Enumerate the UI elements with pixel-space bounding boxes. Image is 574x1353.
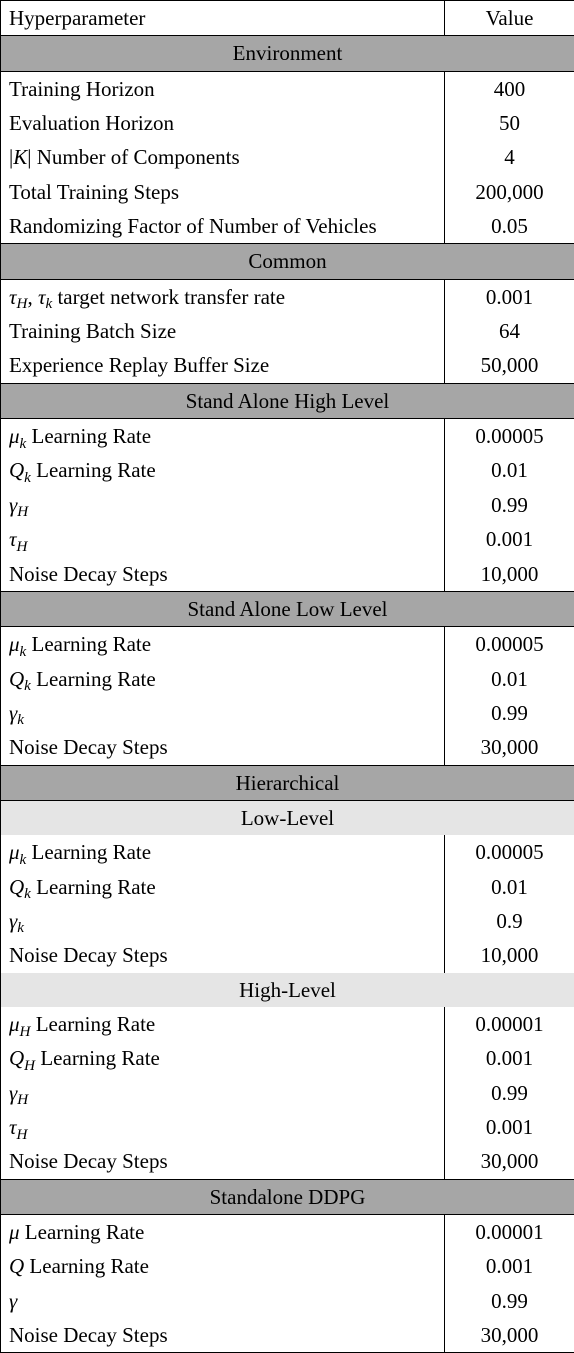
col-header-value: Value xyxy=(445,1,574,36)
param-cell: Qk Learning Rate xyxy=(1,870,445,904)
value-cell: 0.05 xyxy=(445,209,574,244)
value-cell: 0.001 xyxy=(445,522,574,556)
param-cell: Training Horizon xyxy=(1,71,445,106)
param-cell: μk Learning Rate xyxy=(1,627,445,662)
param-cell: |K| Number of Components xyxy=(1,140,445,174)
value-cell: 0.99 xyxy=(445,696,574,730)
param-cell: μH Learning Rate xyxy=(1,1007,445,1041)
value-cell: 50 xyxy=(445,106,574,140)
value-cell: 0.00001 xyxy=(445,1215,574,1250)
hyperparameter-table: HyperparameterValueEnvironmentTraining H… xyxy=(0,0,574,1353)
section-header: Hierarchical xyxy=(1,765,574,800)
param-cell: Training Batch Size xyxy=(1,314,445,348)
param-cell: Qk Learning Rate xyxy=(1,453,445,487)
param-cell: μ Learning Rate xyxy=(1,1215,445,1250)
value-cell: 0.00005 xyxy=(445,419,574,454)
value-cell: 0.001 xyxy=(445,1249,574,1283)
param-cell: Evaluation Horizon xyxy=(1,106,445,140)
value-cell: 400 xyxy=(445,71,574,106)
param-cell: γk xyxy=(1,904,445,938)
value-cell: 64 xyxy=(445,314,574,348)
param-cell: Noise Decay Steps xyxy=(1,730,445,765)
section-header: Stand Alone High Level xyxy=(1,383,574,418)
param-cell: Total Training Steps xyxy=(1,175,445,209)
value-cell: 4 xyxy=(445,140,574,174)
section-header: Standalone DDPG xyxy=(1,1179,574,1214)
param-cell: γH xyxy=(1,1076,445,1110)
value-cell: 0.00005 xyxy=(445,835,574,869)
param-cell: Q Learning Rate xyxy=(1,1249,445,1283)
param-cell: τH xyxy=(1,1110,445,1144)
value-cell: 0.001 xyxy=(445,1110,574,1144)
value-cell: 0.01 xyxy=(445,453,574,487)
param-cell: Randomizing Factor of Number of Vehicles xyxy=(1,209,445,244)
value-cell: 0.9 xyxy=(445,904,574,938)
value-cell: 0.00001 xyxy=(445,1007,574,1041)
col-header-param: Hyperparameter xyxy=(1,1,445,36)
section-header: Environment xyxy=(1,36,574,71)
value-cell: 0.001 xyxy=(445,1041,574,1075)
param-cell: QH Learning Rate xyxy=(1,1041,445,1075)
param-cell: Noise Decay Steps xyxy=(1,557,445,592)
value-cell: 0.99 xyxy=(445,1076,574,1110)
section-header: Stand Alone Low Level xyxy=(1,591,574,626)
value-cell: 0.01 xyxy=(445,662,574,696)
param-cell: τH xyxy=(1,522,445,556)
value-cell: 0.001 xyxy=(445,279,574,314)
param-cell: Qk Learning Rate xyxy=(1,662,445,696)
value-cell: 30,000 xyxy=(445,1318,574,1353)
value-cell: 30,000 xyxy=(445,1144,574,1179)
value-cell: 30,000 xyxy=(445,730,574,765)
param-cell: γk xyxy=(1,696,445,730)
section-header: Common xyxy=(1,244,574,279)
value-cell: 10,000 xyxy=(445,938,574,972)
param-cell: γ xyxy=(1,1284,445,1318)
param-cell: γH xyxy=(1,488,445,522)
param-cell: τH, τk target network transfer rate xyxy=(1,279,445,314)
param-cell: Noise Decay Steps xyxy=(1,1318,445,1353)
param-cell: Experience Replay Buffer Size xyxy=(1,348,445,383)
param-cell: Noise Decay Steps xyxy=(1,938,445,972)
value-cell: 10,000 xyxy=(445,557,574,592)
param-cell: μk Learning Rate xyxy=(1,419,445,454)
value-cell: 200,000 xyxy=(445,175,574,209)
subsection-header: High-Level xyxy=(1,973,574,1007)
param-cell: Noise Decay Steps xyxy=(1,1144,445,1179)
value-cell: 0.99 xyxy=(445,1284,574,1318)
param-cell: μk Learning Rate xyxy=(1,835,445,869)
subsection-header: Low-Level xyxy=(1,800,574,835)
value-cell: 0.99 xyxy=(445,488,574,522)
value-cell: 50,000 xyxy=(445,348,574,383)
value-cell: 0.01 xyxy=(445,870,574,904)
value-cell: 0.00005 xyxy=(445,627,574,662)
